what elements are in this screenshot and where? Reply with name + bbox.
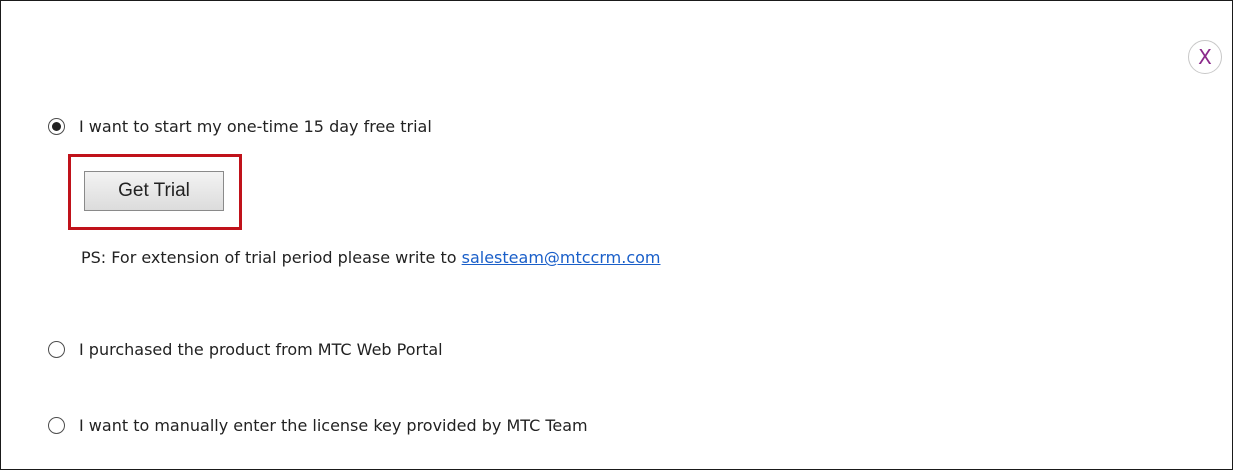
license-dialog: X I want to start my one-time 15 day fre… xyxy=(0,0,1233,470)
radio-web-portal[interactable] xyxy=(48,341,65,358)
trial-extension-note: PS: For extension of trial period please… xyxy=(81,248,661,267)
option-license-key-label: I want to manually enter the license key… xyxy=(79,416,588,435)
get-trial-button[interactable]: Get Trial xyxy=(84,171,224,211)
get-trial-highlight: Get Trial xyxy=(68,154,242,230)
close-button[interactable]: X xyxy=(1188,40,1222,74)
option-free-trial[interactable]: I want to start my one-time 15 day free … xyxy=(48,117,432,136)
option-free-trial-label: I want to start my one-time 15 day free … xyxy=(79,117,432,136)
close-icon: X xyxy=(1198,44,1212,69)
sales-email-link[interactable]: salesteam@mtccrm.com xyxy=(462,248,661,267)
radio-license-key[interactable] xyxy=(48,417,65,434)
option-web-portal-label: I purchased the product from MTC Web Por… xyxy=(79,340,443,359)
trial-extension-text: PS: For extension of trial period please… xyxy=(81,248,462,267)
radio-free-trial[interactable] xyxy=(48,118,65,135)
option-license-key[interactable]: I want to manually enter the license key… xyxy=(48,416,588,435)
option-web-portal[interactable]: I purchased the product from MTC Web Por… xyxy=(48,340,443,359)
